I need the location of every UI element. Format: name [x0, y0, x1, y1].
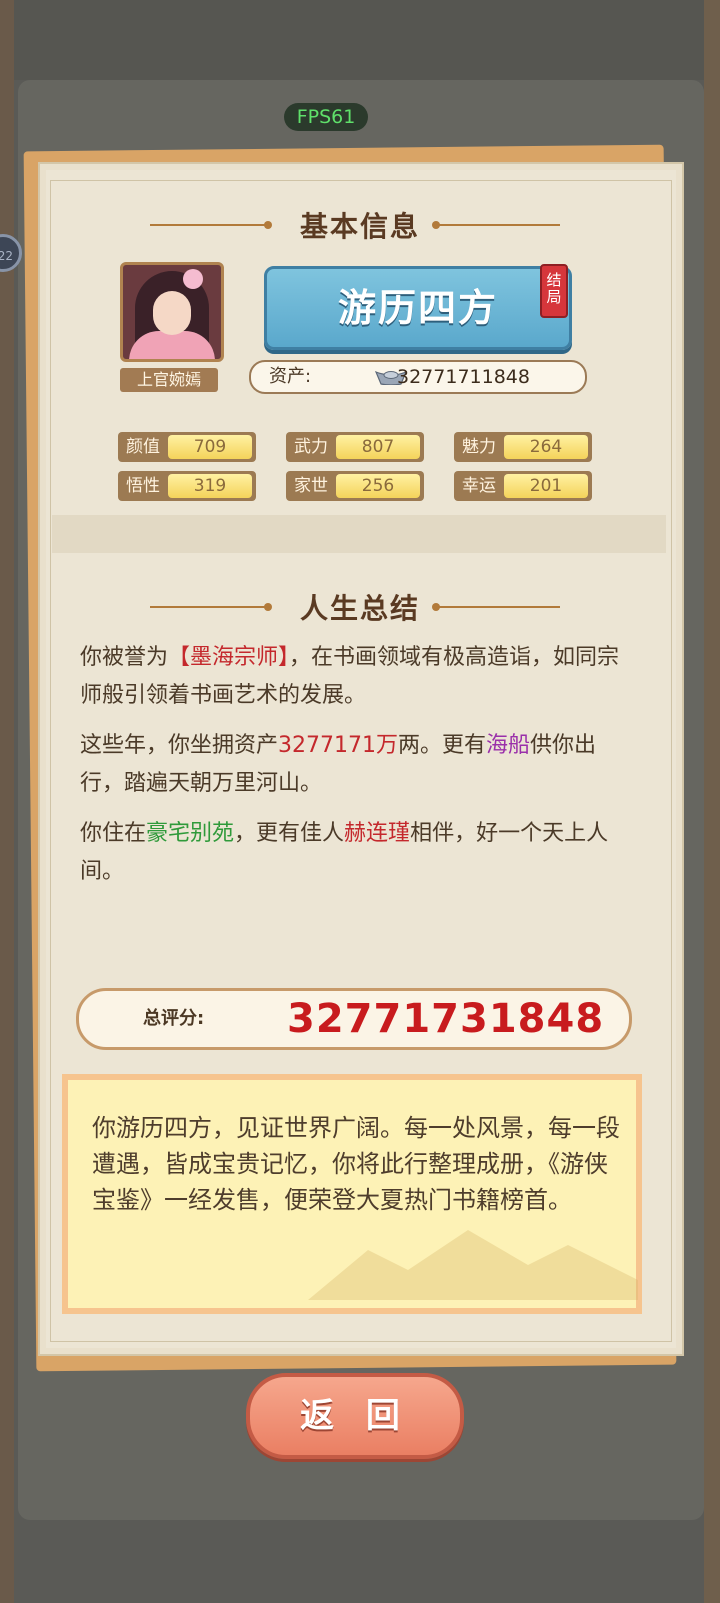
highlight-vehicle: 海船 [486, 733, 531, 758]
stat-value: 319 [193, 476, 227, 496]
ending-tag: 结局 [540, 264, 568, 318]
stat-label: 家世 [294, 476, 328, 496]
score-value: 32771731848 [287, 996, 605, 1042]
summary-paragraph-2: 这些年，你坐拥资产3277171万两。更有海船供你出行，踏遍天朝万里河山。 [80, 733, 597, 796]
character-name: 上官婉嫣 [120, 368, 218, 392]
stat-label: 武力 [294, 437, 328, 457]
highlight-assets: 3277171万 [278, 733, 398, 758]
stat-force: 武力 807 [286, 432, 424, 462]
stat-label: 魅力 [462, 437, 496, 457]
return-button[interactable]: 返 回 [246, 1373, 464, 1459]
top-dim-bar [0, 0, 720, 80]
highlight-residence: 豪宅别苑 [146, 821, 235, 846]
title-ornament-right [436, 224, 560, 226]
asset-bar: 资产: 32771711848 [249, 360, 587, 394]
ending-description: 你游历四方，见证世界广阔。每一处风景，每一段遭遇，皆成宝贵记忆，你将此行整理成册… [92, 1114, 620, 1214]
summary-paragraph-1: 你被誉为【墨海宗师】，在书画领域有极高造诣，如同宗师般引领着书画艺术的发展。 [80, 645, 620, 708]
stat-family: 家世 256 [286, 471, 424, 501]
stat-value: 256 [361, 476, 395, 496]
score-label: 总评分: [143, 1008, 205, 1029]
stat-label: 颜值 [126, 437, 160, 457]
fps-counter: FPS61 [284, 103, 368, 131]
title-ornament-right [436, 606, 560, 608]
section-divider-band [52, 515, 666, 553]
stat-comprehension: 悟性 319 [118, 471, 256, 501]
return-button-label: 返 回 [300, 1396, 410, 1436]
ending-title: 游历四方 [337, 286, 498, 330]
stat-value: 807 [361, 437, 395, 457]
ending-title-banner: 游历四方 [264, 266, 572, 350]
basic-info-title: 基本信息 [299, 210, 420, 243]
stat-luck: 幸运 201 [454, 471, 592, 501]
life-summary-title: 人生总结 [299, 592, 420, 625]
ending-description-box: 你游历四方，见证世界广阔。每一处风景，每一段遭遇，皆成宝贵记忆，你将此行整理成册… [62, 1074, 642, 1314]
stat-value: 264 [529, 437, 563, 457]
summary-paragraph-3: 你住在豪宅别苑，更有佳人赫连瑾相伴，好一个天上人间。 [80, 821, 609, 884]
stat-value: 709 [193, 437, 227, 457]
stat-value: 201 [529, 476, 563, 496]
character-avatar [120, 262, 224, 362]
stat-appearance: 颜值 709 [118, 432, 256, 462]
highlight-partner: 赫连瑾 [344, 821, 411, 846]
asset-label: 资产: [269, 366, 312, 387]
stat-label: 悟性 [126, 476, 160, 496]
asset-value: 32771711848 [397, 366, 530, 388]
stat-charm: 魅力 264 [454, 432, 592, 462]
highlight-title: 【墨海宗师】 [168, 645, 290, 670]
mountain-decoration-icon [308, 1230, 638, 1300]
stat-label: 幸运 [462, 476, 496, 496]
total-score-bar: 总评分: 32771731848 [76, 988, 632, 1050]
